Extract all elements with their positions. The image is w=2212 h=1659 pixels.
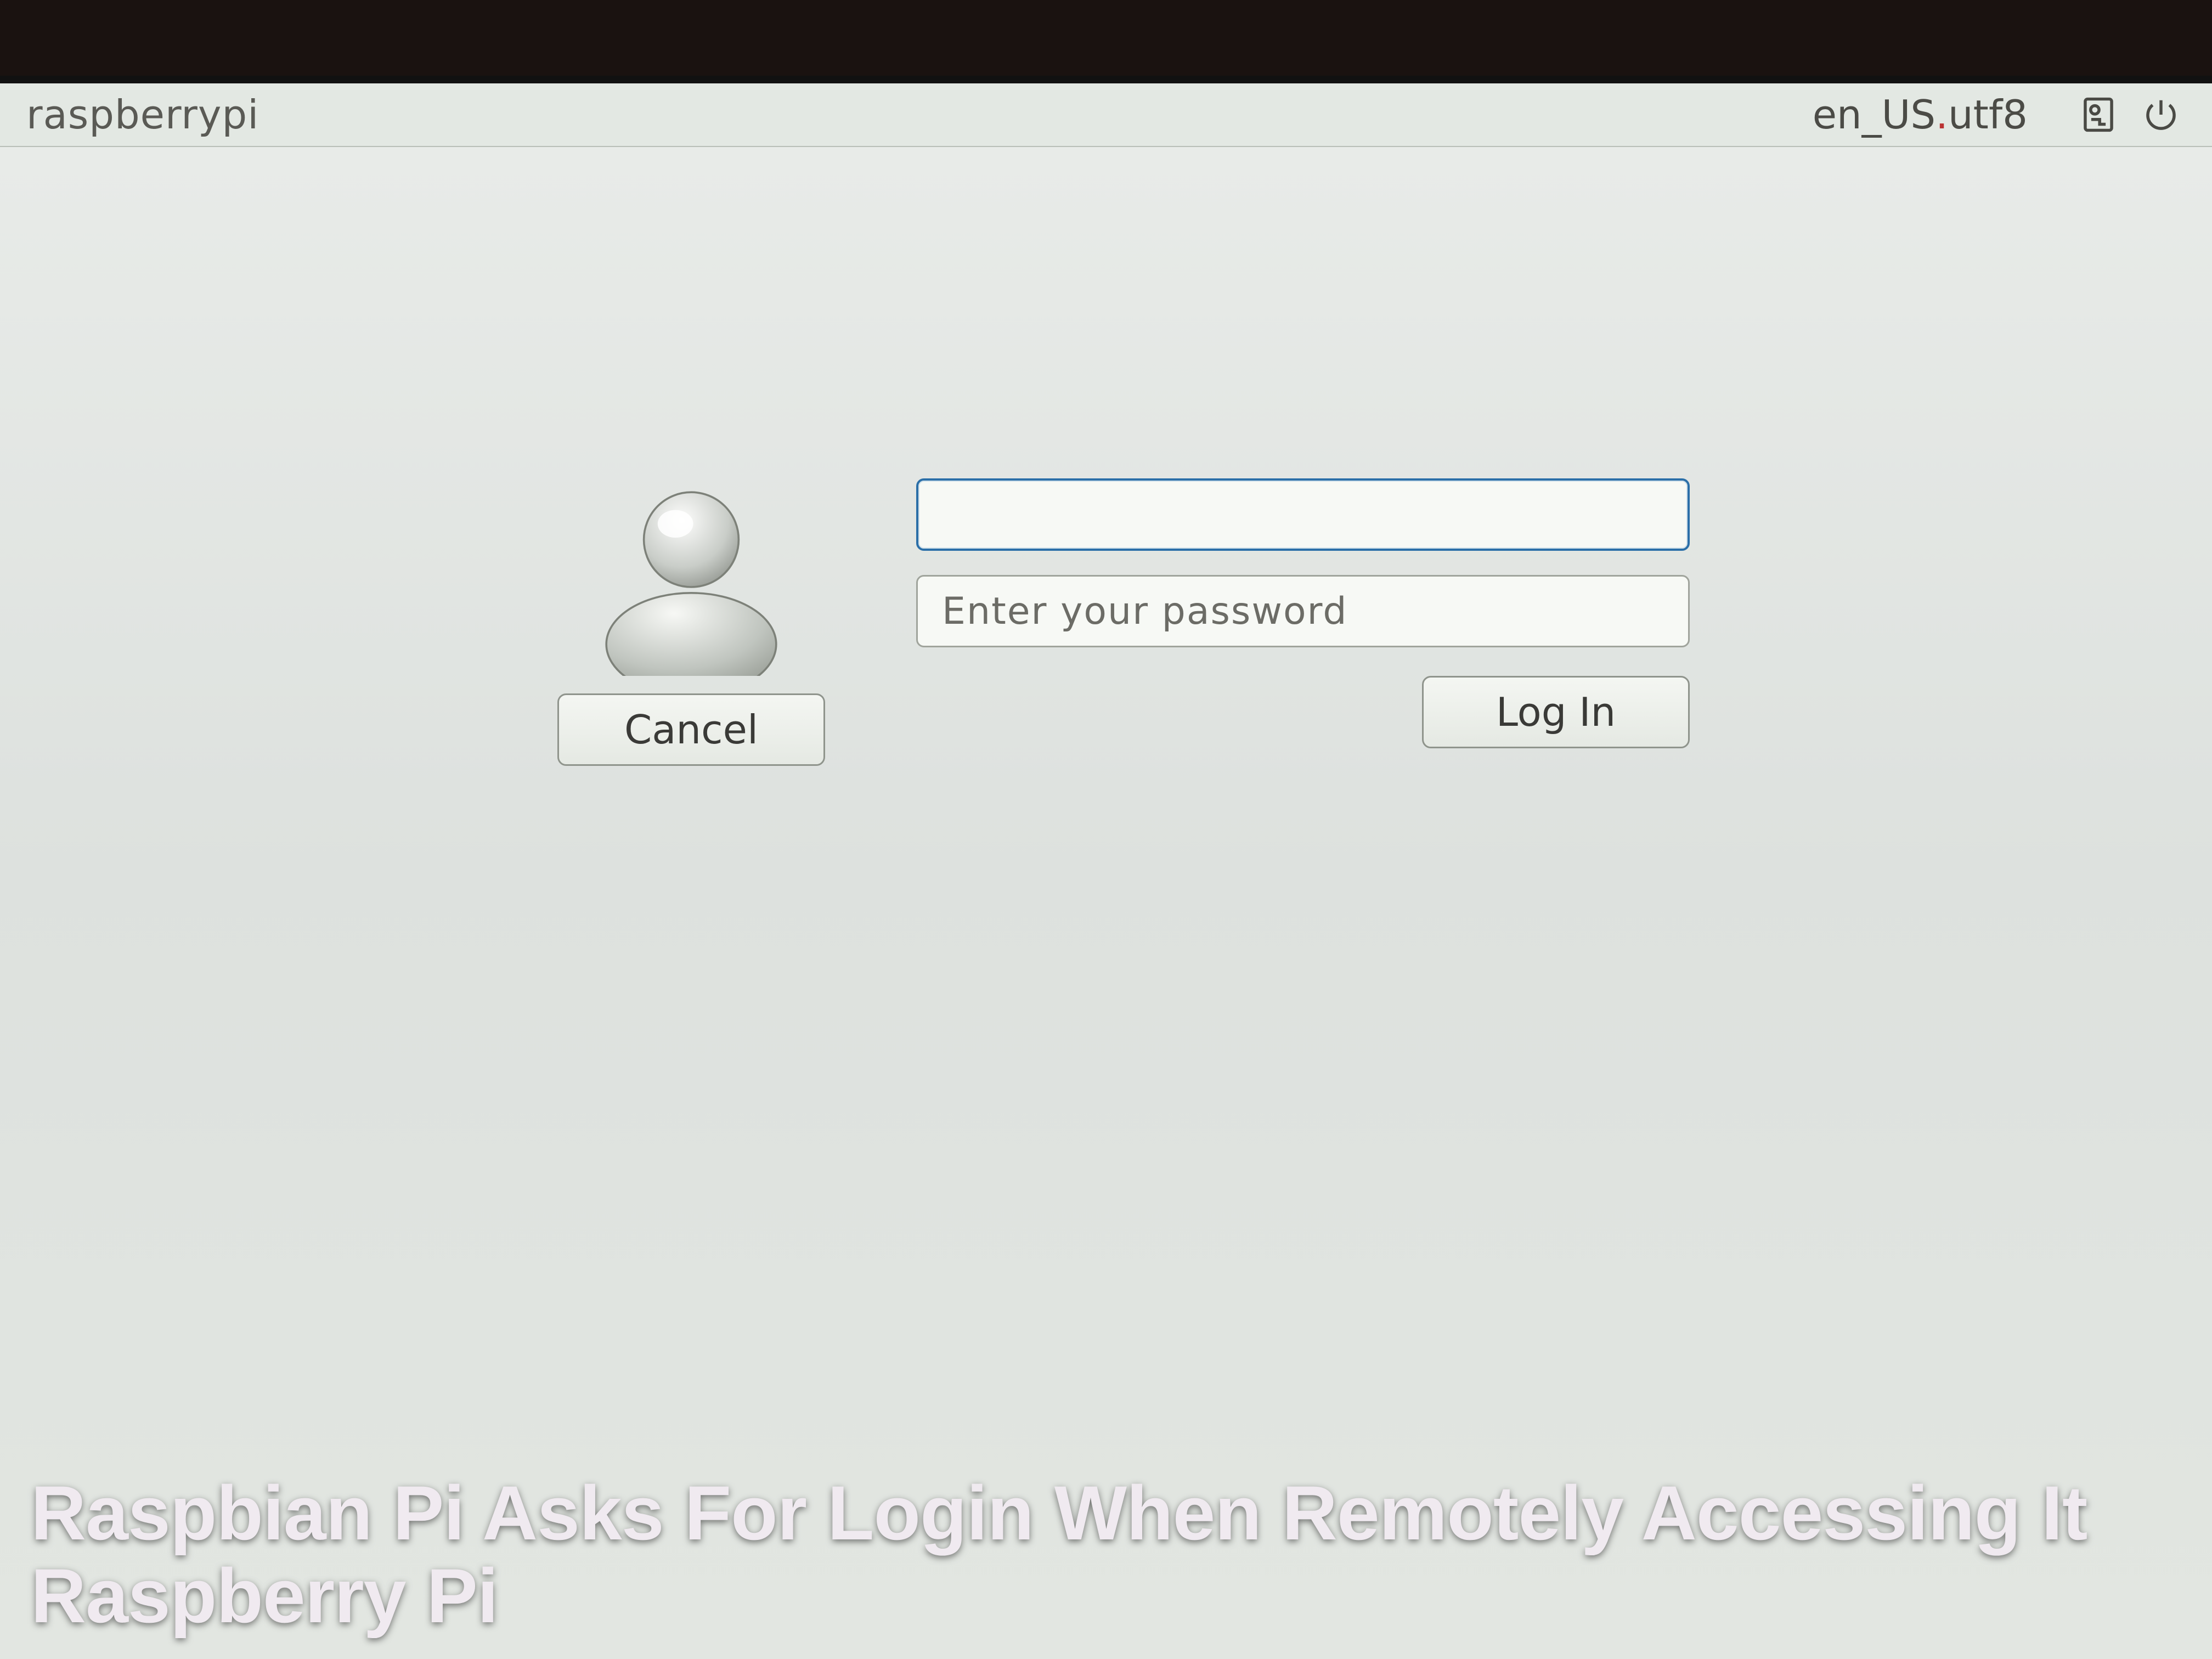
username-input[interactable] (916, 478, 1690, 551)
login-button[interactable]: Log In (1422, 676, 1690, 748)
login-panel: Cancel Log In (543, 478, 1690, 766)
overlay-caption: Raspbian Pi Asks For Login When Remotely… (0, 1471, 2212, 1659)
locale-prefix: en_US (1813, 92, 1936, 138)
accessibility-button[interactable] (2074, 90, 2123, 139)
cancel-button[interactable]: Cancel (557, 693, 825, 766)
accessibility-icon (2079, 95, 2118, 134)
user-avatar-icon (592, 478, 790, 676)
monitor-frame: raspberrypi en_US.utf8 (0, 76, 2212, 1659)
password-input[interactable] (916, 575, 1690, 647)
locale-selector[interactable]: en_US.utf8 (1813, 92, 2028, 138)
user-avatar (592, 478, 790, 676)
power-button[interactable] (2136, 90, 2186, 139)
hostname-label: raspberrypi (26, 92, 259, 138)
locale-dot: . (1936, 92, 1948, 138)
power-icon (2142, 95, 2180, 134)
top-bar: raspberrypi en_US.utf8 (0, 83, 2212, 147)
login-screen: raspberrypi en_US.utf8 (0, 83, 2212, 1659)
locale-suffix: utf8 (1948, 92, 2028, 138)
